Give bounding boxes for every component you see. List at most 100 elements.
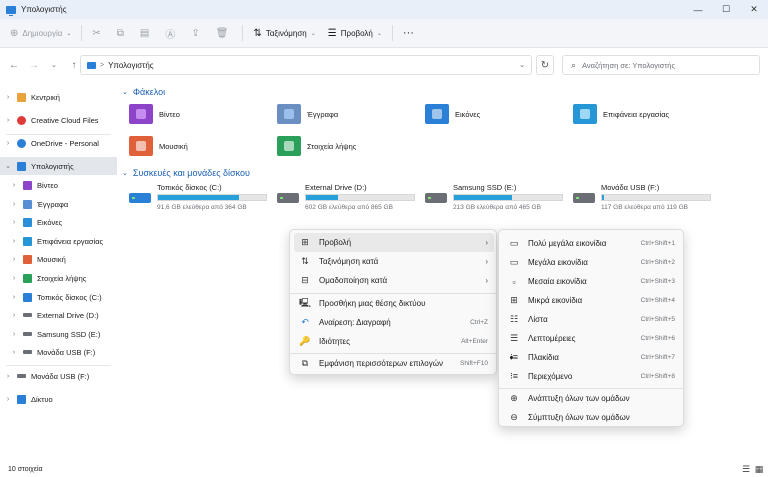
share-button[interactable]: ⇪ <box>185 22 209 44</box>
sidebar-item-onedrive[interactable]: › OneDrive - Personal <box>0 134 117 152</box>
sidebar-item-network[interactable]: › Δίκτυο <box>0 390 117 408</box>
submenu-item-tiles[interactable]: ⁝≡ Πλακίδια Ctrl+Shift+7 <box>503 348 681 367</box>
folder-desktop[interactable]: Επιφάνεια εργασίας <box>573 104 669 124</box>
folder-label: Βίντεο <box>159 109 180 119</box>
menu-item-group-by[interactable]: ⊟ Ομαδοποίηση κατά › <box>294 271 494 290</box>
menu-item-add-network-location[interactable]: 🖳 Προσθήκη μιας θέσης δικτύου <box>294 294 494 313</box>
search-input[interactable]: ⌕ Αναζήτηση σε: Υπολογιστής <box>562 55 760 75</box>
submenu-item-details[interactable]: ☰ Λεπτομέρειες Ctrl+Shift+6 <box>503 329 681 348</box>
tiles-view-icon[interactable]: ▦ <box>754 465 764 474</box>
menu-item-properties[interactable]: 🔑 Ιδιότητες Alt+Enter <box>294 332 494 351</box>
sidebar-item-external-drive-d[interactable]: › External Drive (D:) <box>0 306 117 324</box>
group-header-drives[interactable]: ⌄ Συσκευές και μονάδες δίσκου <box>122 168 250 178</box>
expand-chevron-icon[interactable]: › <box>9 331 19 338</box>
sidebar-item-creative-cloud[interactable]: › Creative Cloud Files <box>0 111 117 129</box>
group-icon: ⊟ <box>301 275 309 285</box>
expand-chevron-icon[interactable]: › <box>3 373 13 380</box>
sidebar-item-desktop[interactable]: › Επιφάνεια εργασίας <box>0 232 117 250</box>
maximize-button[interactable]: ☐ <box>712 0 740 19</box>
sidebar-item-videos[interactable]: › Βίντεο <box>0 176 117 194</box>
minimize-button[interactable]: — <box>684 0 712 19</box>
menu-item-sort-by[interactable]: ⇅ Ταξινόμηση κατά › <box>294 252 494 271</box>
group-header-label: Συσκευές και μονάδες δίσκου <box>132 168 250 178</box>
expand-chevron-icon[interactable]: › <box>9 312 19 319</box>
menu-item-view[interactable]: ⊞ Προβολή › <box>294 233 494 252</box>
expand-chevron-icon[interactable]: › <box>9 294 19 301</box>
documents-folder-icon <box>277 104 301 124</box>
breadcrumb-location[interactable]: Υπολογιστής <box>108 61 154 70</box>
context-menu: ⊞ Προβολή › ⇅ Ταξινόμηση κατά › ⊟ Ομαδοπ… <box>289 229 498 375</box>
expand-chevron-icon[interactable]: › <box>9 238 19 245</box>
sidebar-item-downloads[interactable]: › Στοιχεία λήψης <box>0 269 117 287</box>
expand-chevron-icon[interactable]: › <box>3 94 13 101</box>
submenu-item-expand-all-groups[interactable]: ⊕ Ανάπτυξη όλων των ομάδων <box>503 389 681 408</box>
sidebar-item-samsung-ssd-e[interactable]: › Samsung SSD (E:) <box>0 325 117 343</box>
window-title: Υπολογιστής <box>21 5 67 14</box>
paste-button[interactable]: ▤ <box>134 22 159 44</box>
expand-chevron-icon[interactable]: › <box>9 182 19 189</box>
submenu-item-large-icons[interactable]: ▭ Μεγάλα εικονίδια Ctrl+Shift+2 <box>503 253 681 272</box>
collapse-chevron-icon[interactable]: ⌄ <box>3 162 13 170</box>
sidebar-item-documents[interactable]: › Έγγραφα <box>0 195 117 213</box>
sidebar-item-pictures[interactable]: › Εικόνες <box>0 213 117 231</box>
selected-bullet-icon <box>510 356 513 359</box>
expand-chevron-icon[interactable]: › <box>9 201 19 208</box>
trash-icon: 🗑 <box>215 27 229 39</box>
sidebar-item-usb-f-root[interactable]: › Μονάδα USB (F:) <box>0 367 117 385</box>
sidebar-item-music[interactable]: › Μουσική <box>0 250 117 268</box>
submenu-item-medium-icons[interactable]: ▫ Μεσαία εικονίδια Ctrl+Shift+3 <box>503 272 681 291</box>
folder-downloads[interactable]: Στοιχεία λήψης <box>277 136 356 156</box>
close-button[interactable]: ✕ <box>740 0 768 19</box>
menu-item-shortcut: Ctrl+Z <box>470 319 488 326</box>
refresh-button[interactable]: ↻ <box>536 55 554 75</box>
sort-icon: ⇅ <box>253 27 262 39</box>
rename-button[interactable]: Ⓐ <box>159 22 185 44</box>
details-view-icon[interactable]: ☰ <box>741 465 751 474</box>
forward-button[interactable]: → <box>24 60 44 71</box>
submenu-item-content[interactable]: ⁝≡ Περιεχόμενο Ctrl+Shift+8 <box>503 367 681 386</box>
cut-button[interactable]: ✂ <box>86 22 110 44</box>
submenu-item-label: Πολύ μεγάλα εικονίδια <box>528 239 607 248</box>
desktop-icon <box>23 236 32 246</box>
new-button[interactable]: ⊕ Δημιουργία ⌄ <box>4 22 77 44</box>
folder-pictures[interactable]: Εικόνες <box>425 104 480 124</box>
recent-locations-button[interactable]: ⌄ <box>44 61 64 69</box>
address-bar[interactable]: > Υπολογιστής ⌄ <box>80 55 532 75</box>
expand-chevron-icon[interactable]: › <box>9 349 19 356</box>
sidebar-item-usb-f[interactable]: › Μονάδα USB (F:) <box>0 343 117 361</box>
sidebar-item-this-pc[interactable]: ⌄ Υπολογιστής <box>0 157 117 175</box>
group-header-folders[interactable]: ⌄ Φάκελοι <box>122 87 165 97</box>
expand-chevron-icon[interactable]: › <box>3 396 13 403</box>
submenu-item-label: Λίστα <box>528 315 548 324</box>
expand-chevron-icon[interactable]: › <box>3 117 13 124</box>
back-button[interactable]: ← <box>4 60 24 71</box>
delete-button[interactable]: 🗑 <box>210 22 239 44</box>
expand-chevron-icon[interactable]: › <box>9 219 19 226</box>
submenu-item-small-icons[interactable]: ⊞ Μικρά εικονίδια Ctrl+Shift+4 <box>503 291 681 310</box>
chevron-down-icon[interactable]: ⌄ <box>519 61 525 69</box>
expand-chevron-icon[interactable]: › <box>9 256 19 263</box>
folder-music[interactable]: Μουσική <box>129 136 188 156</box>
address-row: ← → ⌄ ↑ > Υπολογιστής ⌄ ↻ ⌕ Αναζήτηση σε… <box>0 48 768 82</box>
sort-button[interactable]: ⇅ Ταξινόμηση ⌄ <box>247 22 321 44</box>
view-button[interactable]: ☰ Προβολή ⌄ <box>322 22 388 44</box>
submenu-item-label: Μικρά εικονίδια <box>528 296 583 305</box>
sort-icon: ⇅ <box>301 256 309 266</box>
submenu-item-extra-large-icons[interactable]: ▭ Πολύ μεγάλα εικονίδια Ctrl+Shift+1 <box>503 234 681 253</box>
submenu-item-collapse-all-groups[interactable]: ⊖ Σύμπτυξη όλων των ομάδων <box>503 408 681 427</box>
more-button[interactable]: ··· <box>397 22 424 44</box>
folder-documents[interactable]: Έγγραφα <box>277 104 338 124</box>
menu-item-label: Ομαδοποίηση κατά <box>319 276 388 285</box>
refresh-icon: ↻ <box>540 59 550 71</box>
submenu-item-shortcut: Ctrl+Shift+3 <box>640 278 675 285</box>
sidebar-item-local-disk-c[interactable]: › Τοπικός δίσκος (C:) <box>0 288 117 306</box>
copy-button[interactable]: ⧉ <box>111 22 134 44</box>
menu-item-undo-delete[interactable]: ↶ Αναίρεση: Διαγραφή Ctrl+Z <box>294 313 494 332</box>
menu-item-show-more-options[interactable]: ⧉ Εμφάνιση περισσότερων επιλογών Shift+F… <box>294 354 494 373</box>
folder-videos[interactable]: Βίντεο <box>129 104 180 124</box>
search-icon: ⌕ <box>571 59 577 70</box>
expand-chevron-icon[interactable]: › <box>3 140 13 147</box>
submenu-item-list[interactable]: ☷ Λίστα Ctrl+Shift+5 <box>503 310 681 329</box>
sidebar-item-home[interactable]: › Κεντρική <box>0 88 117 106</box>
expand-chevron-icon[interactable]: › <box>9 275 19 282</box>
